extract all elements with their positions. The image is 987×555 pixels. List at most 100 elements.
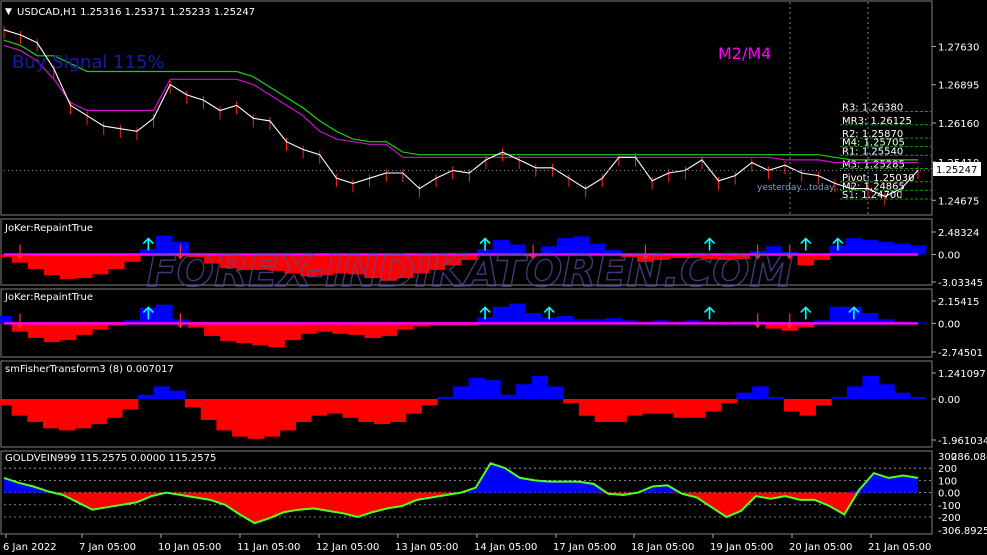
histogram-bar	[252, 323, 269, 346]
histogram-bar	[342, 399, 359, 418]
histogram-bar	[284, 323, 301, 341]
y-tick-label: 2.15415	[938, 297, 979, 308]
histogram-bar	[59, 254, 77, 279]
histogram-bar	[236, 323, 253, 344]
x-tick-label: 17 Jan 05:00	[553, 542, 616, 553]
histogram-bar	[437, 396, 454, 399]
histogram-bar	[752, 386, 769, 399]
histogram-bar	[594, 399, 611, 422]
x-tick-label: 21 Jan 05:00	[868, 542, 931, 553]
y-tick-label: 1.27630	[938, 42, 979, 53]
m2m4-label: M2/M4	[718, 44, 771, 63]
histogram-bar	[547, 386, 564, 399]
histogram-bar	[204, 323, 221, 336]
y-tick-label: 1.26895	[938, 81, 979, 92]
histogram-bar	[43, 399, 60, 429]
histogram-bar	[27, 399, 44, 422]
watermark: FOREX-INDIKATOREN.COM	[147, 246, 794, 297]
histogram-bar	[815, 399, 832, 406]
y-tick-label: 286.0863	[951, 452, 987, 463]
x-tick-label: 6 Jan 2022	[3, 542, 57, 553]
y-tick-label: -3.03345	[938, 278, 983, 289]
histogram-bar	[200, 399, 218, 420]
histogram-bar	[107, 254, 125, 269]
y-tick-label: -2.74501	[938, 348, 983, 359]
histogram-bar	[508, 303, 526, 324]
histogram-bar	[58, 399, 76, 431]
histogram-bar	[300, 323, 317, 334]
histogram-bar	[500, 394, 517, 399]
histogram-bar	[452, 386, 470, 399]
histogram-bar	[364, 323, 382, 338]
histogram-bar	[91, 254, 109, 275]
histogram-bar	[705, 399, 722, 412]
histogram-bar	[263, 399, 281, 437]
histogram-bar	[43, 254, 61, 276]
panel-title: JoKer:RepaintTrue	[4, 223, 93, 234]
histogram-bar	[137, 394, 154, 399]
histogram-bar	[75, 323, 93, 335]
pivot-label: M3: 1.25285	[842, 160, 905, 171]
histogram-bar	[279, 399, 296, 431]
histogram-bar	[893, 243, 911, 255]
histogram-bar	[829, 306, 847, 324]
histogram-bar	[184, 399, 202, 408]
histogram-bar	[405, 399, 422, 414]
histogram-bar	[295, 399, 312, 422]
y-tick-label: 1.26160	[938, 119, 979, 130]
panel-title: JoKer:RepaintTrue	[4, 292, 93, 303]
histogram-bar	[563, 399, 580, 404]
histogram-bar	[626, 399, 643, 416]
histogram-bar	[27, 323, 45, 338]
histogram-bar	[657, 399, 675, 414]
y-tick-label: 200	[938, 464, 957, 475]
histogram-bar	[531, 376, 548, 399]
current-price-label: 1.25247	[936, 165, 977, 176]
histogram-bar	[232, 399, 249, 437]
x-tick-label: 10 Jan 05:00	[158, 542, 221, 553]
y-tick-label: 0.00	[938, 489, 960, 500]
histogram-bar	[220, 323, 237, 342]
y-tick-label: -100	[938, 501, 961, 512]
x-tick-label: 13 Jan 05:00	[395, 542, 458, 553]
histogram-bar	[374, 399, 391, 425]
y-tick-label: 1.24675	[938, 196, 979, 207]
histogram-bar	[268, 323, 285, 348]
yesterday-today-label: yesterday...today...	[757, 183, 842, 193]
histogram-bar	[156, 304, 173, 324]
histogram-bar	[878, 384, 895, 399]
trading-chart[interactable]: 1.276301.268951.261601.254101.24675R3: 1…	[0, 0, 987, 555]
histogram-bar	[153, 386, 170, 399]
histogram-bar	[894, 392, 911, 399]
histogram-bar	[720, 399, 738, 404]
histogram-bar	[121, 399, 139, 410]
triangle-down-icon[interactable]: ▼	[5, 7, 12, 17]
pivot-label: R3: 1.26380	[842, 103, 903, 114]
y-tick-label: 0.00	[938, 395, 960, 406]
histogram-bar	[389, 399, 407, 422]
histogram-bar	[845, 238, 863, 255]
histogram-bar	[59, 323, 77, 341]
x-tick-label: 19 Jan 05:00	[710, 542, 773, 553]
histogram-bar	[768, 396, 785, 399]
x-tick-label: 20 Jan 05:00	[789, 542, 852, 553]
histogram-bar	[380, 323, 398, 336]
y-tick-label: 0.00	[938, 319, 960, 330]
panel-title: smFisherTransform3 (8) 0.007017	[5, 364, 174, 375]
pivot-label: R1: 1.25540	[842, 146, 903, 157]
x-tick-label: 18 Jan 05:00	[631, 542, 694, 553]
histogram-bar	[736, 392, 753, 399]
histogram-bar	[248, 399, 265, 439]
buy-signal-label: Buy Signal 115%	[12, 52, 165, 73]
pivot-label: MR3: 1.26125	[842, 116, 912, 127]
y-tick-label: 1.241097	[938, 369, 986, 380]
histogram-bar	[578, 399, 596, 416]
x-tick-label: 11 Jan 05:00	[237, 542, 300, 553]
histogram-bar	[909, 396, 927, 399]
histogram-bar	[0, 399, 13, 406]
histogram-bar	[326, 399, 344, 414]
histogram-bar	[358, 399, 375, 422]
histogram-bar	[610, 399, 627, 422]
histogram-bar	[90, 399, 107, 425]
histogram-bar	[484, 380, 501, 399]
